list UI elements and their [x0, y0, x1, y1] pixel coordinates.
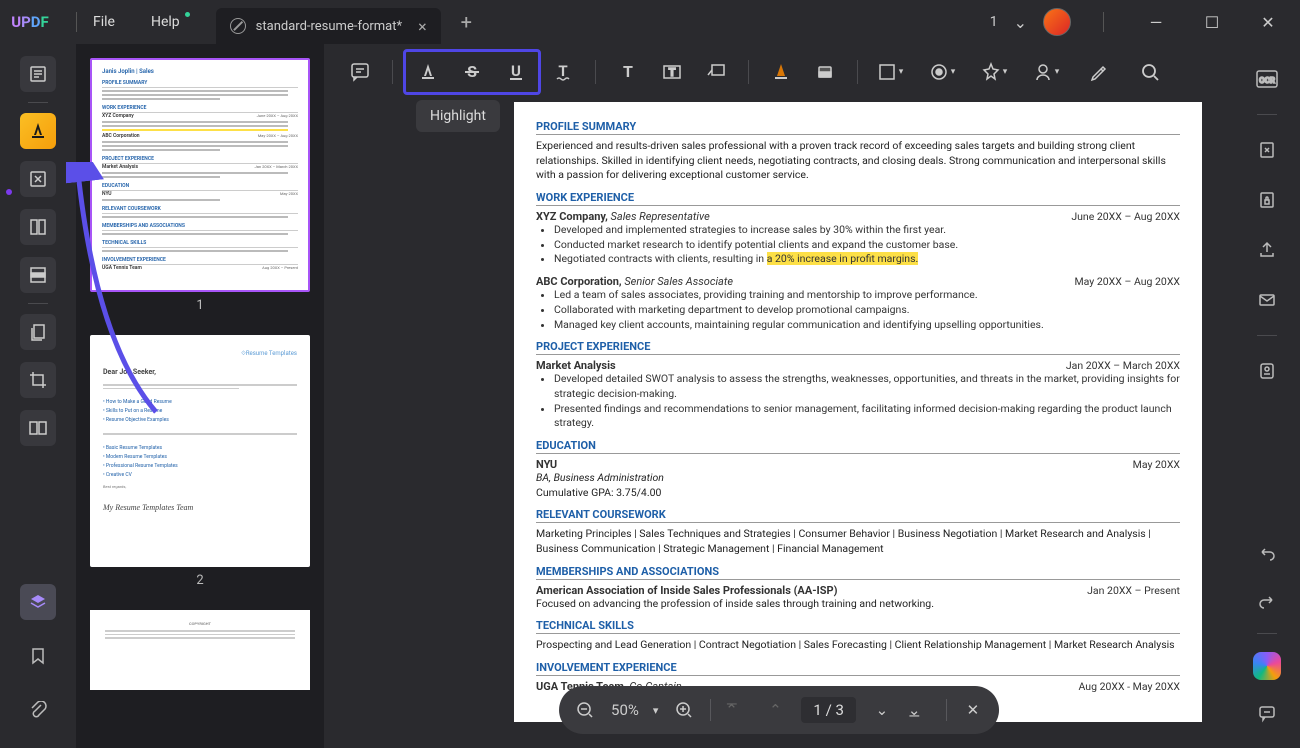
- highlight-tool-group: S U: [403, 49, 541, 95]
- organize-tool[interactable]: [20, 209, 56, 245]
- compare-tool[interactable]: [20, 410, 56, 446]
- section-memberships: MEMBERSHIPS AND ASSOCIATIONS: [536, 565, 1180, 580]
- zoom-dropdown-icon[interactable]: ▾: [653, 704, 659, 717]
- first-page-button[interactable]: ⌃―: [725, 698, 749, 722]
- svg-text:T: T: [623, 62, 633, 81]
- undo-icon[interactable]: [1252, 537, 1282, 567]
- strikethrough-tool-icon[interactable]: S: [450, 52, 494, 92]
- document-view: S U T T T ▾ ▾ ▾ ▾ Highlight PROFILE SUMM…: [324, 44, 1234, 748]
- form-tool-icon[interactable]: [1252, 356, 1282, 386]
- attachment-tool[interactable]: [20, 692, 56, 728]
- crop-tool[interactable]: [20, 362, 56, 398]
- right-toolbar: OCR: [1234, 44, 1300, 748]
- stamp-tool-icon[interactable]: ▾: [920, 52, 964, 92]
- search-icon[interactable]: [1128, 52, 1172, 92]
- zoom-bar-close[interactable]: ✕: [961, 698, 985, 722]
- tab-close-button[interactable]: ×: [418, 17, 427, 36]
- comment-tool[interactable]: [20, 113, 56, 149]
- titlebar: UPDF File Help standard-resume-format* ×…: [0, 0, 1300, 44]
- shape-tool-icon[interactable]: ▾: [868, 52, 912, 92]
- bookmark-tool[interactable]: [20, 638, 56, 674]
- chat-tool-icon[interactable]: [1252, 698, 1282, 728]
- app-logo: UPDF: [0, 13, 60, 31]
- new-tab-button[interactable]: +: [461, 10, 472, 34]
- section-education: EDUCATION: [536, 439, 1180, 454]
- pages-tool[interactable]: [20, 314, 56, 350]
- last-page-button[interactable]: ⌄―: [908, 698, 932, 722]
- thumbnail-panel: Janis Joplin | Sales PROFILE SUMMARY WOR…: [76, 44, 324, 748]
- redo-icon[interactable]: [1252, 585, 1282, 615]
- zoom-in-button[interactable]: [672, 698, 696, 722]
- section-work: WORK EXPERIENCE: [536, 191, 1180, 206]
- thumbnail-1[interactable]: Janis Joplin | Sales PROFILE SUMMARY WOR…: [90, 58, 310, 292]
- prev-page-button[interactable]: ⌃: [763, 698, 787, 722]
- user-avatar[interactable]: [1043, 8, 1071, 36]
- section-profile: PROFILE SUMMARY: [536, 120, 1180, 135]
- ocr-tool-icon[interactable]: OCR: [1252, 64, 1282, 94]
- highlight-tooltip: Highlight: [416, 100, 500, 132]
- pencil-tool-icon[interactable]: [759, 52, 803, 92]
- convert-tool-icon[interactable]: [1252, 135, 1282, 165]
- zoom-bar: 50% ▾ ⌃― ⌃ 1 / 3 ⌄ ⌄― ✕: [559, 686, 999, 734]
- svg-text:OCR: OCR: [1259, 76, 1275, 85]
- squiggly-tool-icon[interactable]: T: [541, 52, 585, 92]
- minimize-button[interactable]: —: [1136, 6, 1176, 38]
- zoom-out-button[interactable]: [573, 698, 597, 722]
- chevron-down-icon[interactable]: ⌄: [1014, 13, 1027, 32]
- section-coursework: RELEVANT COURSEWORK: [536, 508, 1180, 523]
- layers-tool[interactable]: [20, 584, 56, 620]
- thumb-2-label: 2: [90, 573, 310, 588]
- menu-help[interactable]: Help: [151, 14, 180, 30]
- menu-file[interactable]: File: [93, 14, 115, 30]
- thumb-1-label: 1: [90, 298, 310, 313]
- annotation-toolbar: S U T T T ▾ ▾ ▾ ▾: [324, 44, 1234, 100]
- section-project: PROJECT EXPERIENCE: [536, 340, 1180, 355]
- textbox-tool-icon[interactable]: T: [650, 52, 694, 92]
- note-tool-icon[interactable]: [338, 52, 382, 92]
- signature-tool-icon[interactable]: [1076, 52, 1120, 92]
- section-tech: TECHNICAL SKILLS: [536, 619, 1180, 634]
- next-page-button[interactable]: ⌄: [870, 698, 894, 722]
- document-page[interactable]: PROFILE SUMMARY Experienced and results-…: [514, 102, 1202, 722]
- highlight-tool-icon[interactable]: [406, 52, 450, 92]
- page-input[interactable]: 1 / 3: [801, 697, 856, 723]
- tab-title: standard-resume-format*: [256, 19, 402, 34]
- email-tool-icon[interactable]: [1252, 285, 1282, 315]
- svg-text:T: T: [558, 62, 567, 80]
- edit-tool[interactable]: [20, 161, 56, 197]
- svg-text:U: U: [511, 62, 521, 80]
- redact-tool[interactable]: [20, 257, 56, 293]
- close-button[interactable]: ✕: [1248, 6, 1288, 38]
- ai-assistant-icon[interactable]: [1253, 652, 1281, 680]
- zoom-value: 50%: [611, 701, 639, 719]
- sign-tool-icon[interactable]: ▾: [1024, 52, 1068, 92]
- maximize-button[interactable]: ☐: [1192, 6, 1232, 38]
- underline-tool-icon[interactable]: U: [494, 52, 538, 92]
- highlighted-text: a 20% increase in profit margins.: [767, 252, 919, 265]
- thumbnail-3[interactable]: COPYRIGHT: [90, 610, 310, 690]
- tab-doc-icon: [230, 18, 246, 34]
- protect-tool-icon[interactable]: [1252, 185, 1282, 215]
- callout-tool-icon[interactable]: [694, 52, 738, 92]
- tab-page-indicator: 1: [990, 14, 998, 30]
- eraser-tool-icon[interactable]: [803, 52, 847, 92]
- section-involvement: INVOLVEMENT EXPERIENCE: [536, 661, 1180, 676]
- text-tool-icon[interactable]: T: [606, 52, 650, 92]
- reader-tool[interactable]: [20, 56, 56, 92]
- thumbnail-2[interactable]: ⟐Resume Templates Dear Job Seeker, • How…: [90, 335, 310, 567]
- share-tool-icon[interactable]: [1252, 235, 1282, 265]
- left-toolbar: [0, 44, 76, 748]
- sticker-tool-icon[interactable]: ▾: [972, 52, 1016, 92]
- document-tab[interactable]: standard-resume-format* ×: [216, 8, 441, 44]
- svg-text:T: T: [669, 66, 676, 79]
